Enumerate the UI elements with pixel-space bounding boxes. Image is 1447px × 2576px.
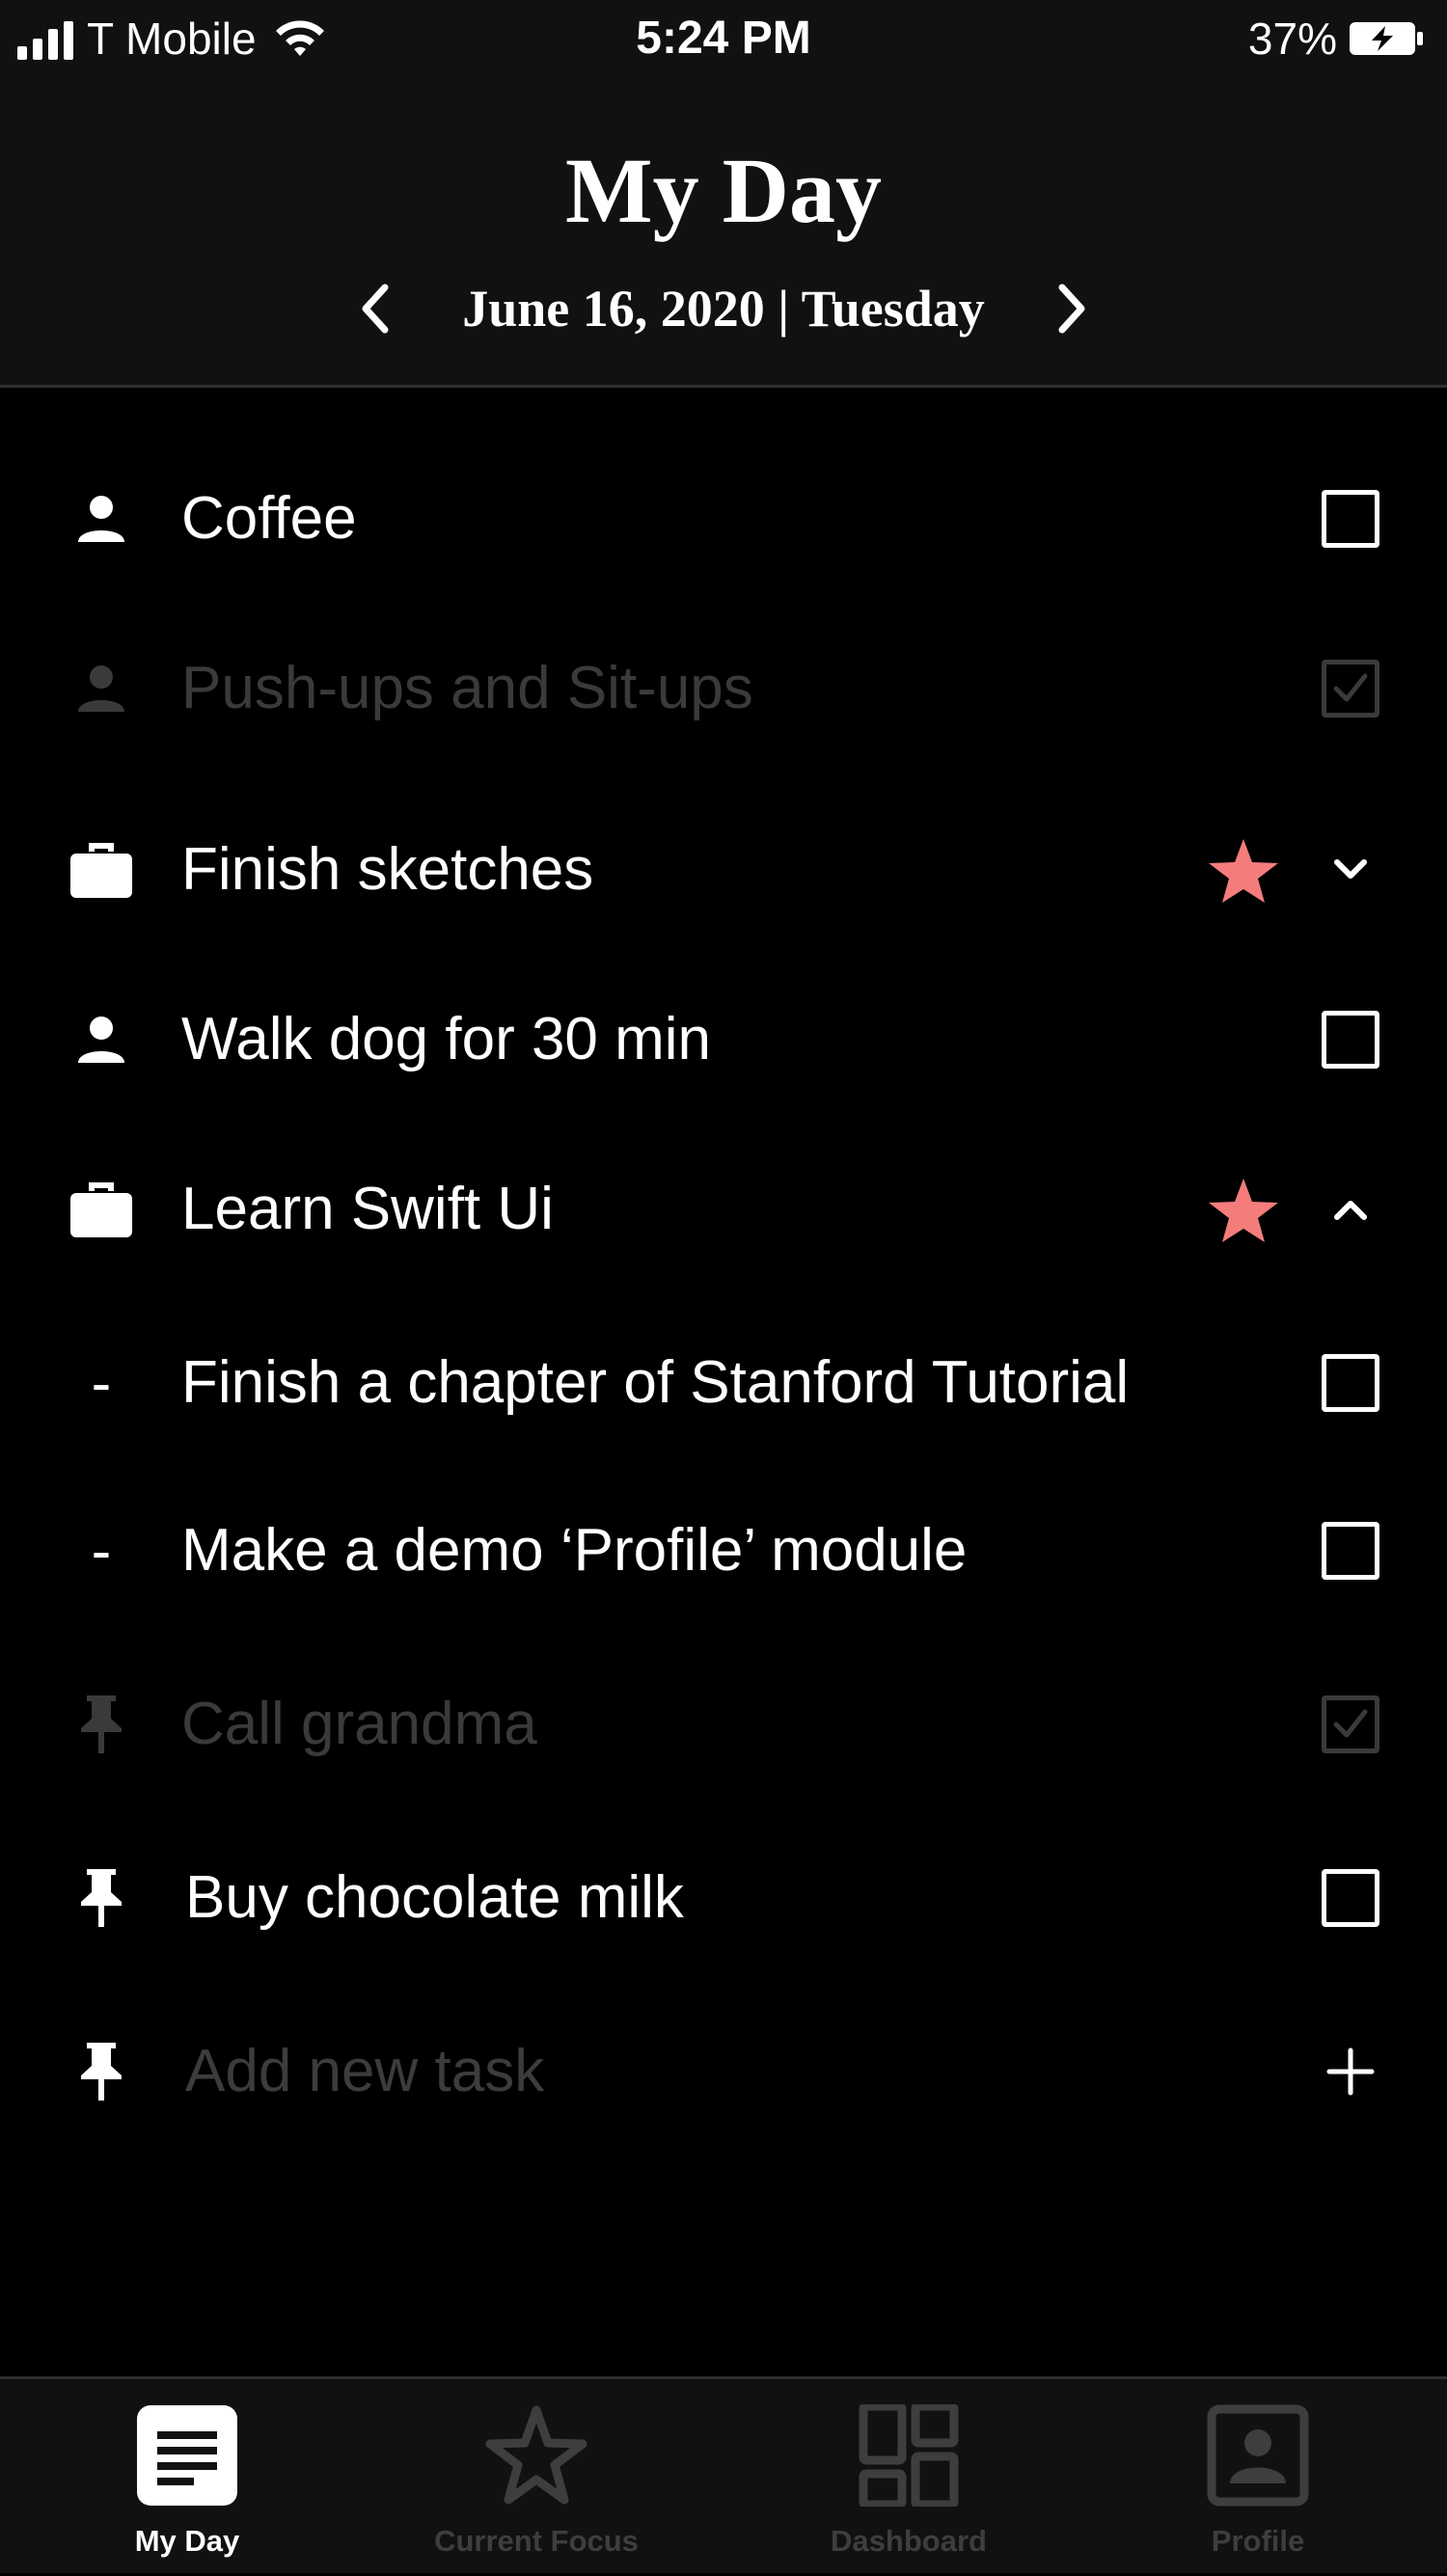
task-label: Make a demo ‘Profile’ module: [181, 1517, 968, 1584]
task-label: Learn Swift Ui: [181, 1176, 554, 1242]
previous-day-button[interactable]: [346, 280, 404, 338]
person-icon: [68, 1006, 135, 1073]
battery-percent: 37%: [1247, 14, 1337, 64]
plus-icon[interactable]: [1322, 2043, 1379, 2101]
chevron-up-icon[interactable]: [1322, 1180, 1379, 1238]
date-label: June 16, 2020 | Tuesday: [462, 280, 985, 338]
task-row[interactable]: Finish sketches: [0, 802, 1447, 937]
subtask-row[interactable]: - Finish a chapter of Stanford Tutorial: [0, 1315, 1447, 1451]
pin-icon: [68, 1691, 135, 1758]
chevron-down-icon[interactable]: [1322, 841, 1379, 899]
profile-icon: [1207, 2404, 1309, 2507]
tab-label: Current Focus: [434, 2524, 639, 2558]
task-label: Finish a chapter of Stanford Tutorial: [181, 1349, 1130, 1416]
tab-current-focus[interactable]: Current Focus: [392, 2379, 681, 2576]
tab-my-day[interactable]: My Day: [42, 2379, 332, 2576]
tab-label: Profile: [1211, 2524, 1305, 2558]
task-checkbox[interactable]: [1322, 1869, 1379, 1927]
status-bar: T Mobile 5:24 PM 37%: [0, 0, 1447, 77]
task-checkbox[interactable]: [1322, 1011, 1379, 1069]
checkmark-icon: [1333, 1709, 1368, 1738]
task-label: Call grandma: [181, 1691, 537, 1757]
task-label: Walk dog for 30 min: [181, 1006, 712, 1072]
tab-bar: My Day Current Focus Dashboard Profile: [0, 2376, 1447, 2573]
subtask-row[interactable]: - Make a demo ‘Profile’ module: [0, 1483, 1447, 1618]
pin-icon: [68, 2038, 135, 2105]
task-checkbox-checked[interactable]: [1322, 660, 1379, 718]
task-label: Push-ups and Sit-ups: [181, 655, 753, 721]
task-row[interactable]: Coffee: [0, 451, 1447, 586]
task-row[interactable]: Learn Swift Ui: [0, 1142, 1447, 1277]
status-time: 5:24 PM: [636, 13, 811, 64]
person-icon: [68, 485, 135, 553]
tab-label: My Day: [134, 2524, 240, 2558]
document-icon: [137, 2405, 237, 2506]
star-icon[interactable]: [1206, 837, 1281, 905]
task-row[interactable]: Buy chocolate milk: [0, 1830, 1447, 1966]
chevron-right-icon: [1058, 284, 1085, 334]
pin-icon: [68, 1864, 135, 1932]
battery-icon: [1350, 22, 1423, 55]
task-label: Coffee: [181, 485, 357, 552]
status-right: 37%: [1248, 0, 1424, 77]
page-title: My Day: [565, 139, 882, 242]
dash-icon: -: [91, 1517, 112, 1585]
task-checkbox[interactable]: [1322, 490, 1379, 548]
task-row[interactable]: Push-ups and Sit-ups: [0, 621, 1447, 756]
tab-dashboard[interactable]: Dashboard: [764, 2379, 1053, 2576]
task-row[interactable]: Call grandma: [0, 1657, 1447, 1792]
tab-profile[interactable]: Profile: [1113, 2379, 1403, 2576]
dash-icon: -: [91, 1349, 112, 1417]
chevron-left-icon: [362, 284, 389, 334]
task-label: Buy chocolate milk: [185, 1864, 684, 1931]
person-icon: [68, 655, 135, 722]
briefcase-icon: [68, 836, 135, 904]
date-navigator: June 16, 2020 | Tuesday: [0, 270, 1447, 347]
header: My Day June 16, 2020 | Tuesday: [0, 77, 1447, 388]
star-icon[interactable]: [1206, 1177, 1281, 1244]
add-task-row[interactable]: Add new task: [0, 2004, 1447, 2139]
next-day-button[interactable]: [1043, 280, 1101, 338]
task-checkbox[interactable]: [1322, 1354, 1379, 1412]
task-checkbox-checked[interactable]: [1322, 1695, 1379, 1753]
add-task-input[interactable]: Add new task: [185, 2004, 544, 2139]
dashboard-icon: [859, 2404, 959, 2507]
task-label: Finish sketches: [181, 836, 594, 903]
task-checkbox[interactable]: [1322, 1522, 1379, 1580]
task-row[interactable]: Walk dog for 30 min: [0, 972, 1447, 1107]
checkmark-icon: [1333, 673, 1368, 702]
tab-label: Dashboard: [831, 2524, 987, 2558]
star-outline-icon: [485, 2405, 587, 2505]
briefcase-icon: [68, 1176, 135, 1243]
